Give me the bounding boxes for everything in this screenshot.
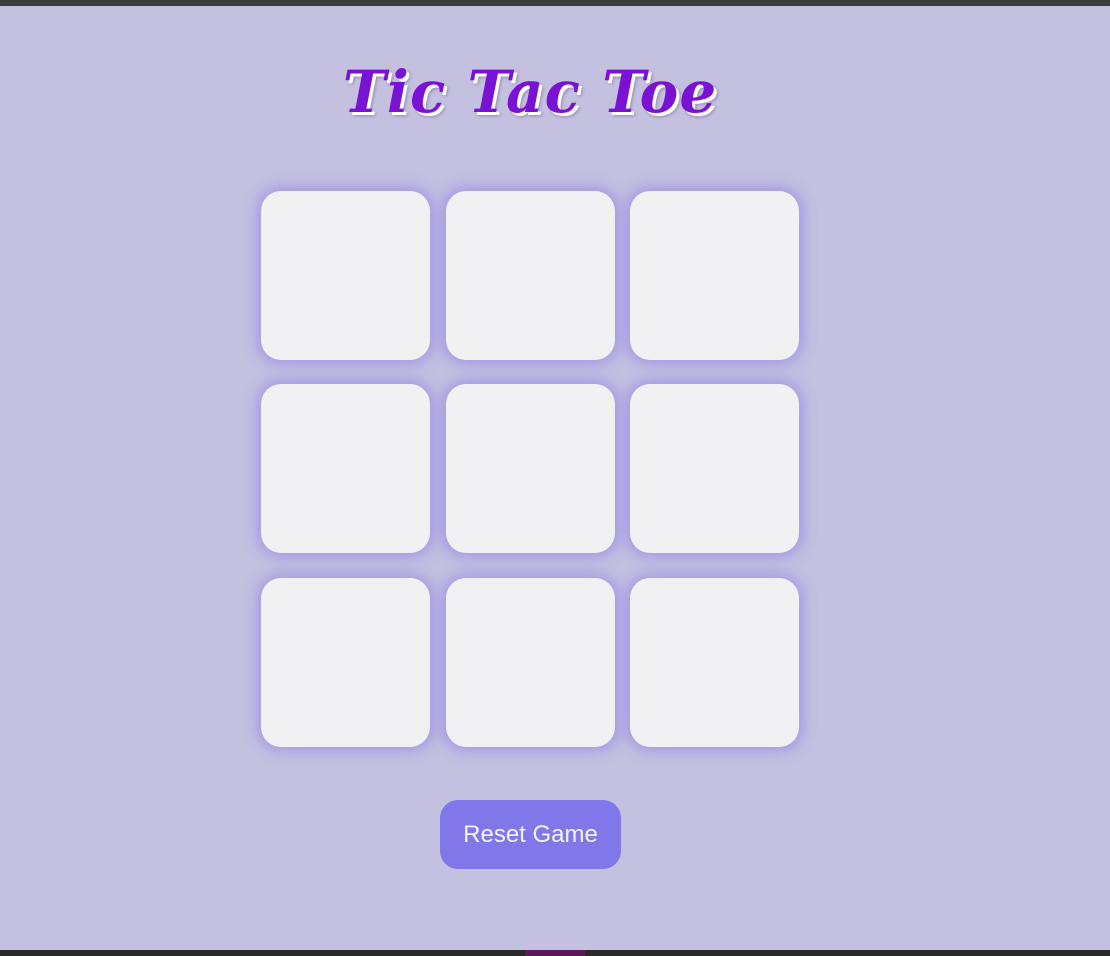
game-board: [261, 191, 800, 748]
board-cell-8[interactable]: [446, 578, 615, 747]
board-cell-2[interactable]: [446, 191, 615, 360]
board-cell-3[interactable]: [630, 191, 799, 360]
window-top-bar: [0, 0, 1110, 6]
board-cell-1[interactable]: [261, 191, 430, 360]
board-cell-4[interactable]: [261, 384, 430, 553]
game-title: Tic Tac Toe: [342, 58, 718, 126]
window-bottom-bar: [0, 950, 1110, 956]
reset-game-button[interactable]: Reset Game: [440, 800, 621, 869]
board-cell-9[interactable]: [630, 578, 799, 747]
board-cell-7[interactable]: [261, 578, 430, 747]
board-cell-6[interactable]: [630, 384, 799, 553]
taskbar-accent: [525, 950, 585, 956]
board-cell-5[interactable]: [446, 384, 615, 553]
